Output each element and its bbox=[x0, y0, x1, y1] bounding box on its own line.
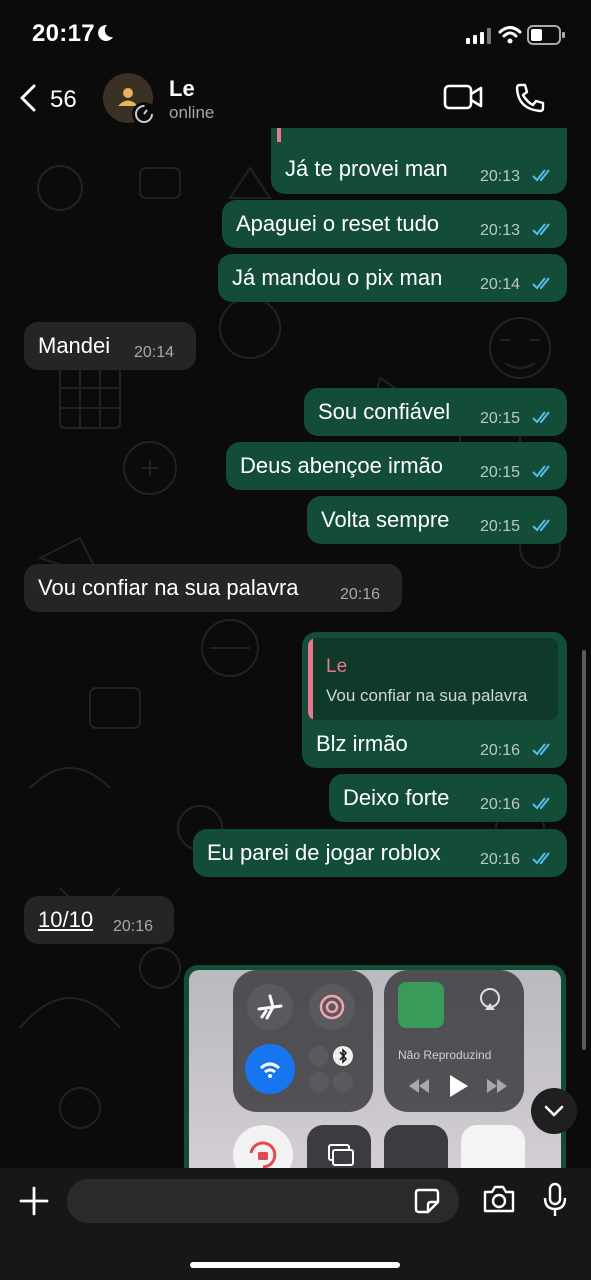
reply-accent-bar bbox=[308, 638, 313, 720]
message-text: Já mandou o pix man bbox=[232, 265, 443, 290]
hotspot-icon bbox=[333, 1072, 353, 1092]
home-indicator bbox=[190, 1262, 400, 1268]
read-ticks-icon bbox=[532, 169, 550, 182]
message-bubble-incoming[interactable]: 10/10 20:16 bbox=[24, 896, 174, 944]
contact-presence: online bbox=[169, 103, 215, 122]
chat-header: 56 Le online bbox=[0, 62, 591, 130]
message-text: Vou confiar na sua palavra bbox=[38, 575, 299, 600]
message-bubble-outgoing-reply[interactable]: Le Vou confiar na sua palavra Blz irmão … bbox=[302, 632, 567, 768]
reply-accent-fragment bbox=[277, 128, 281, 142]
composer-bar bbox=[0, 1168, 591, 1280]
album-art bbox=[398, 982, 444, 1028]
message-bubble-outgoing[interactable]: Eu parei de jogar roblox 20:16 bbox=[193, 829, 567, 877]
message-time: 20:13 bbox=[480, 222, 521, 239]
phone-call-icon[interactable] bbox=[514, 82, 546, 114]
airplay-icon bbox=[480, 988, 500, 1010]
message-bubble-outgoing[interactable]: Já te provei man 20:13 bbox=[271, 128, 567, 194]
contact-name[interactable]: Le bbox=[169, 76, 195, 102]
quoted-reply[interactable]: Le Vou confiar na sua palavra bbox=[308, 638, 558, 720]
media-controls-icon bbox=[409, 1075, 507, 1097]
chevron-left-icon[interactable] bbox=[18, 84, 38, 112]
plus-icon[interactable] bbox=[18, 1185, 50, 1217]
message-text: Sou confiável bbox=[318, 399, 451, 424]
message-bubble-outgoing[interactable]: Já mandou o pix man 20:14 bbox=[218, 254, 567, 302]
status-time: 20:17 bbox=[32, 20, 95, 47]
sticker-icon[interactable] bbox=[414, 1188, 440, 1214]
read-ticks-icon bbox=[532, 277, 550, 290]
message-input[interactable] bbox=[67, 1179, 459, 1223]
scroll-to-bottom-button[interactable] bbox=[531, 1088, 577, 1134]
read-ticks-icon bbox=[532, 411, 550, 424]
message-text: Já te provei man bbox=[285, 156, 448, 181]
message-time: 20:14 bbox=[480, 276, 521, 293]
back-unread-count[interactable]: 56 bbox=[50, 86, 77, 114]
read-ticks-icon bbox=[532, 223, 550, 236]
message-bubble-incoming[interactable]: Mandei 20:14 bbox=[24, 322, 196, 370]
battery-icon bbox=[527, 25, 565, 45]
message-text: Volta sempre bbox=[321, 507, 450, 532]
message-time: 20:15 bbox=[480, 410, 521, 427]
message-time: 20:15 bbox=[480, 464, 521, 481]
message-bubble-incoming[interactable]: Vou confiar na sua palavra 20:16 bbox=[24, 564, 402, 612]
microphone-icon[interactable] bbox=[543, 1182, 567, 1218]
read-ticks-icon bbox=[532, 797, 550, 810]
chevron-down-icon bbox=[544, 1105, 564, 1117]
message-time: 20:16 bbox=[480, 796, 521, 813]
message-text: Mandei bbox=[38, 333, 111, 358]
message-text: Deixo forte bbox=[343, 785, 450, 810]
message-bubble-outgoing[interactable]: Deus abençoe irmão 20:15 bbox=[226, 442, 567, 490]
message-bubble-outgoing[interactable]: Apaguei o reset tudo 20:13 bbox=[222, 200, 567, 248]
connectivity-panel bbox=[233, 970, 373, 1112]
image-thumbnail[interactable]: Não Reproduzind bbox=[189, 970, 561, 1185]
reply-author: Le bbox=[326, 656, 348, 677]
reply-text: Vou confiar na sua palavra bbox=[326, 686, 528, 705]
message-text: Apaguei o reset tudo bbox=[236, 211, 440, 236]
image-message[interactable]: Não Reproduzind bbox=[184, 965, 566, 1185]
bluetooth-icon bbox=[333, 1046, 353, 1066]
focus-moon-icon bbox=[98, 24, 113, 41]
video-call-icon[interactable] bbox=[443, 84, 483, 110]
message-text: Eu parei de jogar roblox bbox=[207, 840, 441, 865]
cellular-signal-icon bbox=[466, 28, 491, 44]
message-time: 20:14 bbox=[134, 344, 175, 361]
status-bar: 20:17 bbox=[0, 0, 591, 70]
message-text: Deus abençoe irmão bbox=[240, 453, 444, 478]
disappearing-timer-badge bbox=[132, 102, 156, 126]
message-time: 20:15 bbox=[480, 518, 521, 535]
message-time: 20:16 bbox=[113, 918, 154, 935]
wifi-toggle-icon bbox=[245, 1044, 295, 1094]
message-time: 20:16 bbox=[340, 586, 381, 603]
message-time: 20:16 bbox=[480, 742, 521, 759]
wifi-icon bbox=[498, 26, 522, 44]
timer-icon bbox=[135, 105, 153, 123]
cellular-data-icon bbox=[309, 1046, 329, 1066]
chat-scrollbar[interactable] bbox=[582, 650, 586, 1050]
read-ticks-icon bbox=[532, 852, 550, 865]
message-bubble-outgoing[interactable]: Volta sempre 20:15 bbox=[307, 496, 567, 544]
airplane-mode-icon bbox=[247, 984, 293, 1030]
vpn-icon bbox=[309, 1072, 329, 1092]
camera-icon[interactable] bbox=[482, 1184, 516, 1214]
read-ticks-icon bbox=[532, 519, 550, 532]
message-text-link[interactable]: 10/10 bbox=[38, 907, 93, 933]
message-bubble-outgoing[interactable]: Deixo forte 20:16 bbox=[329, 774, 567, 822]
message-text: Blz irmão bbox=[316, 731, 408, 756]
message-time: 20:16 bbox=[480, 851, 521, 868]
message-bubble-outgoing[interactable]: Sou confiável 20:15 bbox=[304, 388, 567, 436]
now-playing-label: Não Reproduzind bbox=[398, 1048, 492, 1062]
read-ticks-icon bbox=[532, 465, 550, 478]
read-ticks-icon bbox=[532, 743, 550, 756]
airdrop-icon bbox=[309, 984, 355, 1030]
message-time: 20:13 bbox=[480, 168, 521, 185]
